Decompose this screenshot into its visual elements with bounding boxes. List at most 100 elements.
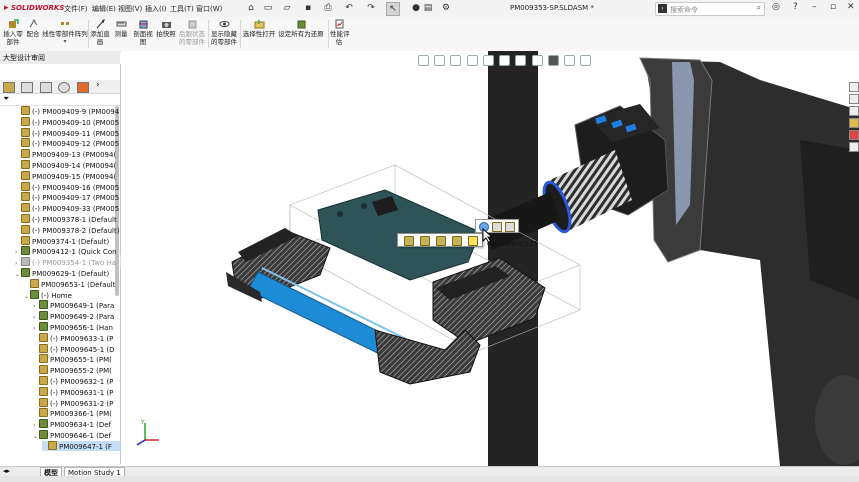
tree-node[interactable]: PM009653-1 (Default (24, 278, 120, 289)
view-settings-icon[interactable] (564, 55, 576, 66)
ctx-selected-part-icon[interactable] (468, 236, 478, 246)
tree-node[interactable]: (-) PM009409-33 (PM005 (15, 203, 120, 213)
add-line-button[interactable]: 添加直 画 (90, 19, 110, 46)
minimize-icon[interactable]: – (812, 2, 817, 12)
tree-node[interactable]: PM009409-13 (PM0094( (15, 149, 120, 159)
save-icon[interactable]: ▪ (302, 2, 314, 14)
redo-icon[interactable]: ↷ (365, 2, 377, 14)
tree-node[interactable]: ⌄ PM009629-1 (Default) (15, 268, 120, 278)
tree-filter-row[interactable]: ⏷ (0, 93, 120, 106)
resources-icon[interactable] (849, 94, 859, 104)
section-view-hud-icon[interactable] (466, 55, 478, 66)
tree-node[interactable]: PM009655-1 (PM( (33, 354, 120, 364)
menu-edit[interactable]: 编辑(E) (92, 4, 116, 14)
filter-icon[interactable]: ⏷ (3, 94, 9, 104)
home-pane-icon[interactable] (849, 82, 859, 92)
restore-icon[interactable]: ▫ (830, 2, 836, 12)
snapshot-button[interactable]: 拍快照 (156, 19, 176, 38)
ctx-part-icon[interactable] (436, 236, 446, 246)
large-design-review-tab[interactable]: 大型设计审阅 (0, 51, 120, 65)
tree-node[interactable]: PM009409-15 (PM0094( (15, 170, 120, 181)
previous-view-icon[interactable] (450, 55, 462, 66)
performance-button[interactable]: 性能评 估 (330, 19, 350, 46)
file-explorer-icon[interactable] (849, 118, 859, 128)
tree-node[interactable]: (-) PM009409-11 (PM005 (15, 127, 120, 138)
tree-node[interactable]: (-) PM009378-2 (Default) (15, 224, 120, 235)
tree-node[interactable]: (-) PM009409-12 (PM005 (15, 138, 120, 148)
tree-node[interactable]: › PM009656-1 (Han (33, 322, 120, 332)
print-icon[interactable]: ⎙ (322, 2, 334, 14)
tree-node[interactable]: ⌄ (-) Home (24, 289, 120, 300)
tree-node[interactable]: › PM009412-1 (Quick Con (15, 246, 120, 256)
configuration-icon[interactable] (40, 82, 52, 93)
show-hidden-button[interactable]: 显示隐藏 的零部件 (210, 19, 238, 46)
tree-node[interactable]: › PM009649-2 (Para (33, 311, 120, 321)
appearances-icon[interactable] (849, 130, 859, 140)
tree-node[interactable]: PM009655-2 (PM( (33, 365, 120, 375)
graphics-area[interactable]: Y (121, 51, 859, 466)
display-manager-icon[interactable] (77, 82, 89, 93)
open-icon[interactable]: ▱ (281, 2, 293, 14)
new-document-icon[interactable]: ▭ (262, 2, 274, 14)
menu-view[interactable]: 视图(V) (118, 4, 142, 14)
mate-options-icon[interactable] (505, 222, 515, 232)
help-icon[interactable]: ◎ (772, 2, 780, 12)
menu-window[interactable]: 窗口(W) (196, 4, 222, 14)
tree-node[interactable]: (-) PM009378-1 (Default (15, 214, 120, 224)
menu-tools[interactable]: 工具(T) (170, 4, 194, 14)
tree-node[interactable]: (-) PM009409-9 (PM0094 (15, 106, 120, 116)
dimxpert-icon[interactable] (58, 82, 70, 93)
home-icon[interactable]: ⌂ (245, 2, 257, 14)
menu-file[interactable]: 文件(F) (64, 4, 88, 14)
display-pane-icon[interactable] (580, 55, 592, 66)
feature-tree-icon[interactable] (3, 82, 15, 93)
search-commands[interactable]: › 搜索命令 ⌕ (655, 2, 765, 16)
property-manager-icon[interactable] (21, 82, 33, 93)
tree-node[interactable]: (-) PM009632-1 (P (33, 376, 120, 386)
apply-scene-icon[interactable] (547, 55, 559, 66)
dropdown-chevron-icon[interactable]: ▾ (42, 38, 88, 46)
tree-node[interactable]: PM009647-1 (F (42, 440, 120, 451)
measure-button[interactable]: 测量 (112, 19, 130, 38)
mate-button[interactable]: 配合 (25, 19, 41, 38)
tab-nav-arrows-icon[interactable]: ◂▸ (3, 467, 10, 475)
display-style-icon[interactable] (499, 55, 511, 66)
section-view-button[interactable]: 剖面视 图 (132, 19, 154, 46)
file-properties-icon[interactable]: ▤ (422, 2, 434, 14)
tree-node[interactable]: (-) PM009409-10 (PM005 (15, 116, 120, 127)
tree-node[interactable]: (-) PM009631-2 (P (33, 397, 120, 408)
zoom-fit-icon[interactable] (418, 55, 429, 66)
tree-node[interactable]: › PM009649-1 (Para (33, 300, 120, 310)
help-question-icon[interactable]: ? (793, 2, 798, 12)
custom-properties-icon[interactable] (849, 142, 859, 152)
tree-node[interactable]: (-) PM009633-1 (P (33, 332, 120, 343)
tree-node[interactable]: (-) PM009631-1 (P (33, 386, 120, 397)
insert-component-button[interactable]: 插入零 部件 (2, 19, 24, 46)
component-state-button[interactable]: 后跟状态 的零部件 (178, 19, 206, 46)
menu-insert[interactable]: 插入(I) (145, 4, 167, 14)
more-tabs-icon[interactable]: › (96, 80, 100, 90)
undo-icon[interactable]: ↶ (343, 2, 355, 14)
tree-node[interactable]: PM009366-1 (PM( (33, 408, 120, 418)
tree-node[interactable]: ⌄ PM009646-1 (Def (33, 430, 120, 440)
design-library-icon[interactable] (849, 106, 859, 116)
select-icon[interactable]: ↖ (386, 2, 400, 16)
tree-node[interactable]: PM009374-1 (Default) (15, 235, 120, 246)
tree-node[interactable]: › PM009634-1 (Def (33, 419, 120, 429)
tree-node[interactable]: (-) PM009409-17 (PM005 (15, 192, 120, 202)
tree-node[interactable]: › (-) PM009354-1 (Two Ha (15, 257, 120, 267)
ctx-part-icon[interactable] (420, 236, 430, 246)
hide-show-icon[interactable] (515, 55, 527, 66)
tree-node[interactable]: PM009409-14 (PM0094( (15, 160, 120, 170)
ctx-part-icon[interactable] (452, 236, 462, 246)
tree-node[interactable]: (-) PM009409-16 (PM005 (15, 181, 120, 192)
view-orientation-icon[interactable] (482, 55, 494, 66)
edit-appearance-icon[interactable] (531, 55, 543, 66)
set-resolved-button[interactable]: 设定所有为还原 (278, 19, 324, 38)
tree-node[interactable]: (-) PM009645-1 (D (33, 343, 120, 354)
zoom-area-icon[interactable] (434, 55, 446, 66)
solidworks-logo[interactable]: ▸ SOLIDWORKS (4, 3, 64, 13)
selective-open-button[interactable]: 选择性打开 (242, 19, 276, 38)
search-icon[interactable]: ⌕ (757, 3, 761, 13)
close-icon[interactable]: ✕ (847, 2, 855, 12)
